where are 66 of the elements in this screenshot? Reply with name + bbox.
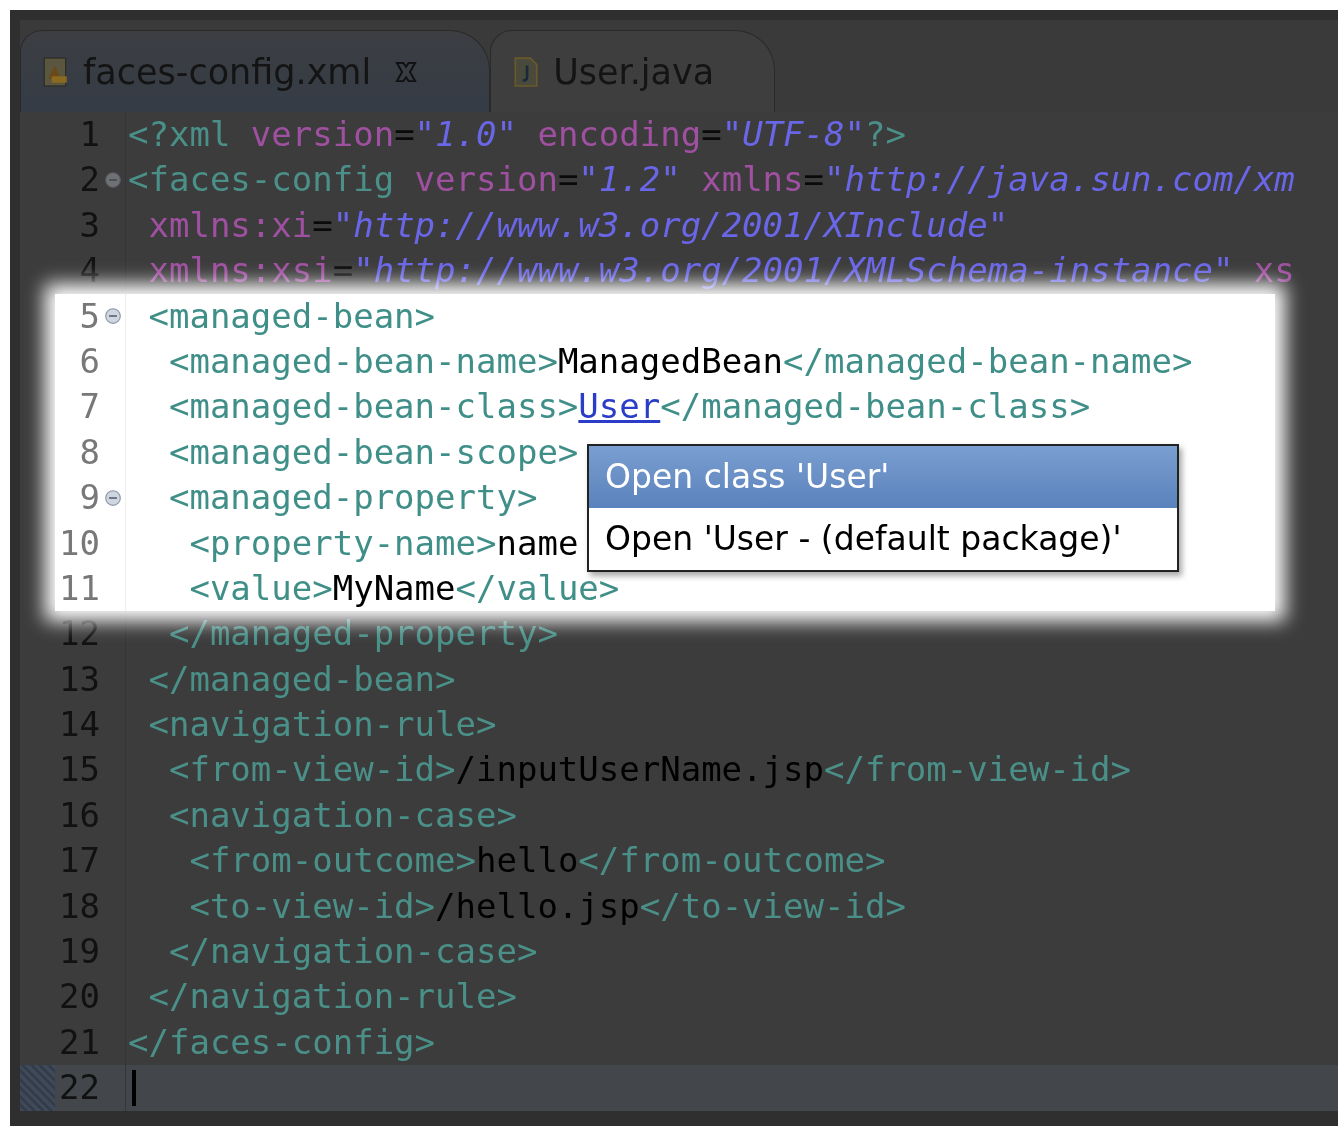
equals-sign: = [701,113,722,156]
xml-tag: <faces-config [128,157,395,203]
xml-tag: </managed-bean> [128,656,456,703]
element-text: hello [476,839,579,883]
line-number: 5 [78,294,100,338]
xml-tag: </from-view-id> [824,747,1132,793]
xml-tag: ?> [865,112,906,158]
attribute-name: version [249,113,395,156]
line-number: 10 [58,521,100,565]
element-text: /inputUserName.jsp [455,748,824,792]
attribute-name: encoding [536,113,702,156]
attribute-name: xs [1252,249,1295,293]
line-number: 8 [78,430,100,474]
element-text: /hello.jsp [435,884,640,928]
xml-tag: </managed-property> [128,611,558,657]
xml-tag: </managed-bean-name> [783,338,1193,385]
xml-tag: <from-view-id> [128,747,456,793]
xml-tag: <navigation-case> [128,792,517,839]
xml-tag: <managed-bean-name> [128,338,558,385]
xml-tag: <managed-bean-scope> [128,429,579,476]
attribute-value: "http://www.w3.org/2001/XInclude" [332,203,1009,247]
attribute-value: "1.0" [414,113,517,156]
equals-sign: = [332,249,354,293]
xml-tag: <managed-property> [128,475,538,521]
element-text: name [496,521,579,565]
equals-sign: = [312,203,333,247]
xml-tag: <managed-bean> [128,293,436,339]
equals-sign: = [394,113,415,156]
attribute-value: "http://java.sun.com/xm [824,158,1295,202]
text-cursor [132,1069,136,1106]
popup-menu-item[interactable]: Open class 'User' [589,445,1177,508]
element-text: ManagedBean [557,339,784,383]
attribute-value: "http://www.w3.org/2001/XMLSchema-instance" [353,249,1234,293]
line-number: 6 [78,339,100,383]
line-number: 9 [78,476,100,520]
xml-tag: <?xml [128,112,231,158]
line-number: 11 [58,566,100,610]
fold-icon[interactable] [103,307,122,326]
attribute-value: "1.2" [578,158,681,202]
xml-tag: <to-view-id> [128,883,436,930]
fold-icon[interactable] [103,171,122,190]
class-link[interactable]: User [578,384,661,430]
xml-tag: <property-name> [128,520,497,566]
equals-sign: = [557,158,579,202]
attribute-name: xmlns:xsi [147,249,333,293]
xml-tag: <from-outcome> [128,838,476,884]
xml-tag: </navigation-rule> [128,974,517,1020]
xml-tag: <navigation-rule> [128,702,497,748]
line-number: 7 [78,385,100,429]
fold-icon[interactable] [103,488,122,507]
xml-tag: </to-view-id> [639,883,906,930]
xml-tag: <value> [128,565,333,612]
xml-tag: <managed-bean-class> [128,384,579,430]
xml-tag: </faces-config> [128,1019,436,1066]
attribute-name: xmlns:xi [147,203,313,247]
java-file-icon [513,56,540,87]
attribute-name: xmlns [700,158,804,202]
element-text: MyName [332,566,456,610]
xml-tag: </navigation-case> [128,929,538,975]
xml-file-icon [43,56,69,87]
equals-sign: = [803,158,825,202]
attribute-value: "UTF-8" [721,113,865,156]
xml-tag: </managed-bean-class> [660,384,1091,430]
line-number: 22 [58,1066,100,1110]
xml-tag: </from-outcome> [578,838,886,884]
attribute-name: version [413,158,558,202]
